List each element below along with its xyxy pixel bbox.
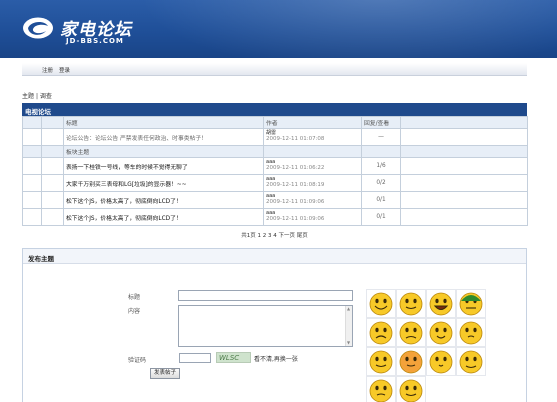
captcha-input[interactable] xyxy=(179,353,211,363)
submit-post-button[interactable]: 发表帖子 xyxy=(150,368,181,379)
table-header-row: 标题 作者 回复/查看 xyxy=(22,116,528,129)
pagination[interactable]: 共1页 1 2 3 4 下一页 尾页 xyxy=(22,231,527,239)
column-header-replies: 回复/查看 xyxy=(361,116,401,129)
laugh-icon[interactable] xyxy=(428,291,454,317)
table-row[interactable]: 松下这个JS，价格太高了，彻底倒向LCD了！ aaa 2009-12-11 01… xyxy=(22,191,528,209)
smiley-cell[interactable] xyxy=(426,318,456,347)
smiley-cell[interactable] xyxy=(456,347,486,376)
captcha-image[interactable]: WLSC xyxy=(216,352,251,363)
kiss-icon[interactable] xyxy=(428,349,454,375)
content-label: 内容 xyxy=(128,308,141,315)
dizzy-icon[interactable] xyxy=(368,378,394,402)
thread-title[interactable]: 松下这个JS，价格太高了，彻底倒向LCD了！ xyxy=(63,208,264,226)
thread-count: 0/1 xyxy=(361,191,401,209)
breadcrumb-home[interactable]: 主题 xyxy=(22,93,34,100)
shy-icon[interactable] xyxy=(398,349,424,375)
thread-title[interactable]: 松下这个JS，价格太高了，彻底倒向LCD了！ xyxy=(63,191,264,209)
breadcrumb-separator: | xyxy=(35,93,38,100)
thread-time: 2009-12-11 01:09:06 xyxy=(266,199,325,205)
column-header-author: 作者 xyxy=(263,116,362,129)
notice-title[interactable]: 论坛公告：论坛公告 严禁发表任何政治、时事类帖子！ xyxy=(63,128,264,146)
forum-title[interactable]: 电视论坛 xyxy=(22,103,527,116)
thread-time: 2009-12-11 01:08:19 xyxy=(266,182,325,188)
site-header: 家电论坛 JD-BBS.COM xyxy=(0,0,557,58)
title-input[interactable] xyxy=(178,290,353,301)
cry-icon[interactable] xyxy=(368,320,394,346)
scroll-up-icon[interactable]: ▲ xyxy=(347,307,351,311)
wink-icon[interactable] xyxy=(398,291,424,317)
swirl-logo-icon[interactable] xyxy=(22,16,54,40)
scared-icon[interactable] xyxy=(458,320,484,346)
logo-domain: JD-BBS.COM xyxy=(66,37,124,45)
smiley-cell[interactable] xyxy=(366,376,396,402)
smiley-cell[interactable] xyxy=(366,347,396,376)
post-panel-title: 发布主题 xyxy=(23,249,526,264)
cool-icon[interactable] xyxy=(398,378,424,402)
smiley-cell[interactable] xyxy=(396,289,426,318)
thread-count: 1/6 xyxy=(361,157,401,175)
breadcrumb-current[interactable]: 调查 xyxy=(40,93,52,100)
title-label: 标题 xyxy=(128,294,141,301)
fire-icon[interactable] xyxy=(458,349,484,375)
section-row: 板块主题 xyxy=(22,145,528,158)
code-label: 验证码 xyxy=(128,357,147,364)
textarea-scrollbar[interactable]: ▲ ▼ xyxy=(345,306,352,346)
register-link[interactable]: 注册 xyxy=(42,66,53,74)
notice-count: — xyxy=(361,128,401,146)
sweat-icon[interactable] xyxy=(368,349,394,375)
thread-time: 2009-12-11 01:09:06 xyxy=(266,216,325,222)
column-header-title: 标题 xyxy=(63,116,264,129)
smiley-cell[interactable] xyxy=(366,318,396,347)
table-row[interactable]: 松下这个JS，价格太高了，彻底倒向LCD了！ aaa 2009-12-11 01… xyxy=(22,208,528,226)
thread-time: 2009-12-11 01:06:22 xyxy=(266,165,325,171)
table-row[interactable]: 表扬一下桂铁一号线，等车的时候不觉得无聊了 aaa 2009-12-11 01:… xyxy=(22,157,528,175)
smiley-cell[interactable] xyxy=(426,289,456,318)
smiley-cell[interactable] xyxy=(456,289,486,318)
forum-panel: 电视论坛 标题 作者 回复/查看 论坛公告：论坛公告 严禁发表任何政治、时事类帖… xyxy=(22,103,528,239)
content-textarea[interactable]: ▲ ▼ xyxy=(178,305,353,347)
scroll-down-icon[interactable]: ▼ xyxy=(347,341,351,345)
tongue-icon[interactable] xyxy=(428,320,454,346)
cap-icon[interactable] xyxy=(458,291,484,317)
angry-icon[interactable] xyxy=(398,320,424,346)
login-link[interactable]: 登录 xyxy=(59,66,70,74)
smiley-cell[interactable] xyxy=(456,318,486,347)
notice-time: 2009-12-11 01:07:08 xyxy=(266,136,325,142)
thread-table: 标题 作者 回复/查看 论坛公告：论坛公告 严禁发表任何政治、时事类帖子！ 胡雷… xyxy=(22,116,528,226)
thread-count: 0/2 xyxy=(361,174,401,192)
thread-title[interactable]: 表扬一下桂铁一号线，等车的时候不觉得无聊了 xyxy=(63,157,264,175)
breadcrumb: 主题 | 调查 xyxy=(22,91,52,100)
thread-count: 0/1 xyxy=(361,208,401,226)
captcha-refresh-link[interactable]: 看不清,再换一张 xyxy=(254,354,298,363)
notice-row[interactable]: 论坛公告：论坛公告 严禁发表任何政治、时事类帖子！ 胡雷 2009-12-11 … xyxy=(22,128,528,146)
thread-title[interactable]: 大家千万别买三表母和LG[垃圾]的显示器！~~ xyxy=(63,174,264,192)
header-glow xyxy=(120,0,557,58)
smiley-cell[interactable] xyxy=(426,347,456,376)
smiley-cell[interactable] xyxy=(396,347,426,376)
section-label: 板块主题 xyxy=(63,145,264,158)
smiley-cell[interactable] xyxy=(366,289,396,318)
grin-icon[interactable] xyxy=(368,291,394,317)
top-nav-bar: 注册 登录 xyxy=(22,63,527,76)
table-row[interactable]: 大家千万别买三表母和LG[垃圾]的显示器！~~ aaa 2009-12-11 0… xyxy=(22,174,528,192)
smiley-cell[interactable] xyxy=(396,376,426,402)
smiley-cell[interactable] xyxy=(396,318,426,347)
